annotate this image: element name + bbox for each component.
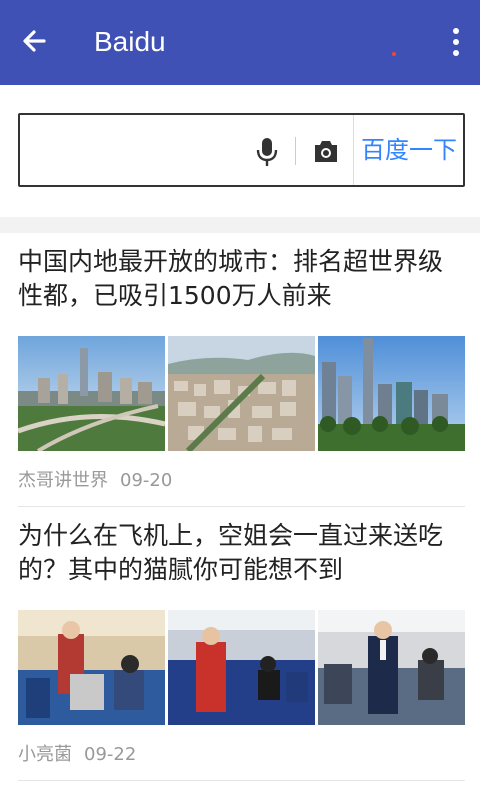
voice-search-button[interactable] <box>254 135 280 169</box>
search-submit-button[interactable]: 百度一下 <box>354 115 464 185</box>
flight-attendant-serving-photo[interactable] <box>168 610 315 725</box>
app-title: Baidu <box>94 26 166 57</box>
search-box: 百度一下 <box>18 113 465 187</box>
news-author: 杰哥讲世界 <box>18 470 108 491</box>
search-section: 百度一下 <box>0 85 480 217</box>
news-thumbnails <box>18 336 465 451</box>
camera-icon <box>315 141 337 162</box>
item-divider <box>18 506 465 507</box>
image-search-button[interactable] <box>311 135 341 169</box>
city-towers-photo[interactable] <box>318 336 465 451</box>
more-vert-icon <box>453 28 459 56</box>
back-button[interactable] <box>14 22 54 62</box>
notification-dot <box>392 52 396 56</box>
city-aerial-photo[interactable] <box>168 336 315 451</box>
arrow-back-icon <box>23 30 46 52</box>
section-divider <box>0 217 480 233</box>
news-date: 09-20 <box>120 470 173 491</box>
news-meta: 小亮菌 09-22 <box>18 743 136 767</box>
news-author: 小亮菌 <box>18 744 72 765</box>
news-item[interactable]: 中国内地最开放的城市：排名超世界级性都，已吸引1500万人前来 杰哥讲世界 09… <box>18 245 465 491</box>
app-bar: Baidu <box>0 0 480 85</box>
flight-attendant-aisle-photo[interactable] <box>318 610 465 725</box>
news-title[interactable]: 中国内地最开放的城市：排名超世界级性都，已吸引1500万人前来 <box>18 245 465 315</box>
microphone-icon <box>256 138 278 166</box>
more-options-button[interactable] <box>444 22 468 62</box>
divider <box>295 137 296 165</box>
news-thumbnails <box>18 610 465 725</box>
news-date: 09-22 <box>84 744 137 765</box>
item-divider <box>18 780 465 781</box>
news-meta: 杰哥讲世界 09-20 <box>18 469 172 493</box>
news-item[interactable]: 为什么在飞机上，空姐会一直过来送吃的？其中的猫腻你可能想不到 小亮菌 09-22 <box>18 519 465 765</box>
flight-attendant-cart-photo[interactable] <box>18 610 165 725</box>
search-input[interactable] <box>28 121 248 179</box>
city-skyline-photo[interactable] <box>18 336 165 451</box>
news-title[interactable]: 为什么在飞机上，空姐会一直过来送吃的？其中的猫腻你可能想不到 <box>18 519 465 589</box>
